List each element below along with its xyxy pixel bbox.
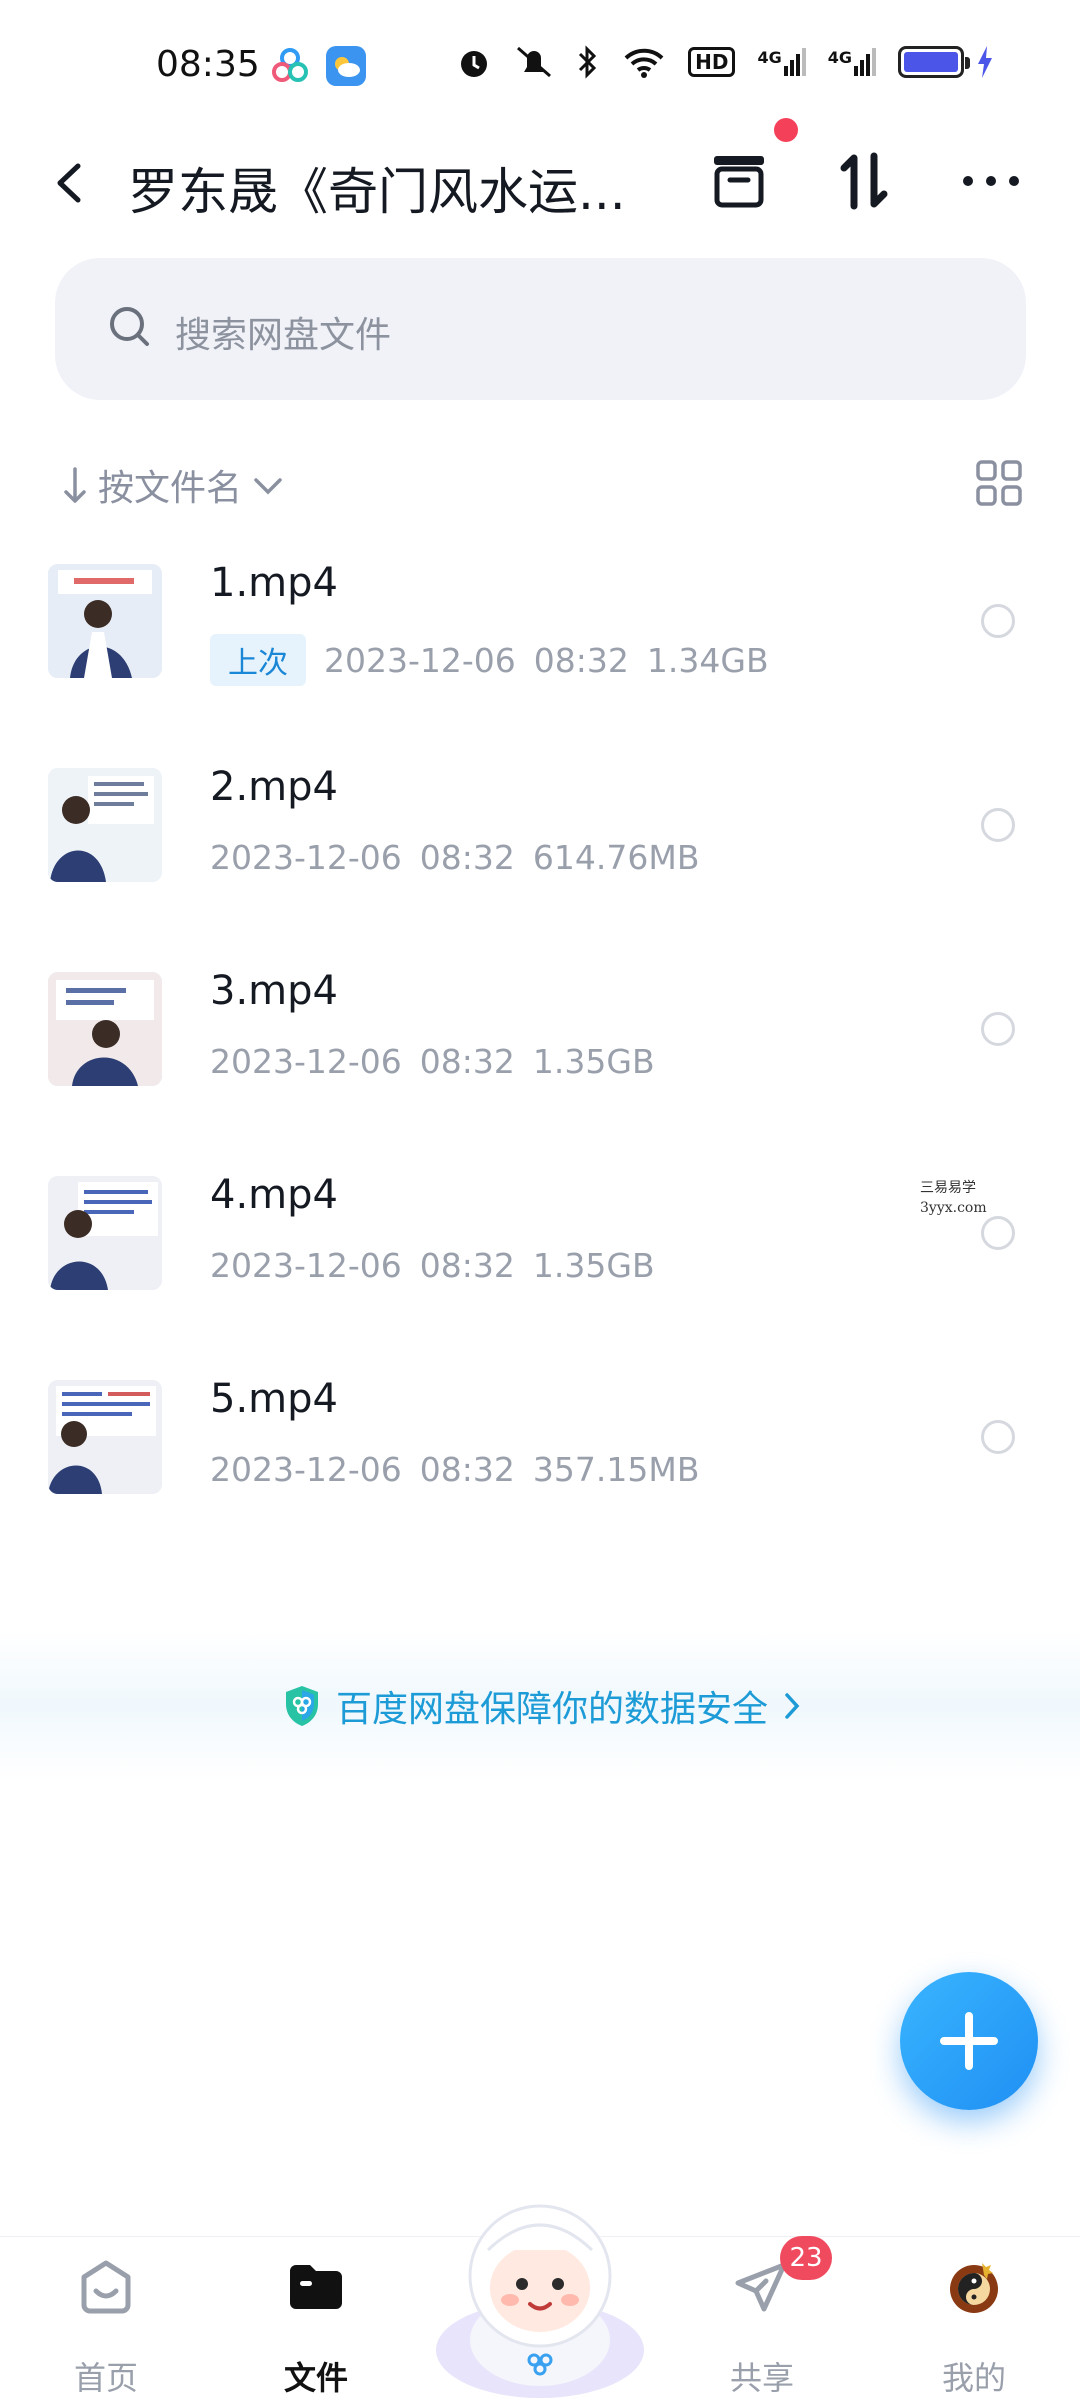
file-date: 2023-12-06 <box>324 640 516 680</box>
home-icon <box>81 2260 131 2314</box>
mascot-assistant-button[interactable] <box>430 2180 650 2400</box>
status-bar: 08:35 HD 4G 4G <box>0 0 1080 130</box>
video-thumbnail <box>48 564 162 678</box>
sort-selector[interactable]: 按文件名 <box>60 460 286 510</box>
file-name: 3.mp4 <box>210 968 338 1014</box>
folder-title: 罗东晟《奇门风水运... <box>128 163 626 221</box>
chevron-right-icon <box>785 1693 800 1719</box>
video-thumbnail <box>48 1380 162 1494</box>
file-date: 2023-12-06 <box>210 1450 402 1489</box>
file-name: 5.mp4 <box>210 1376 338 1422</box>
status-time: 08:35 <box>156 44 260 85</box>
archive-button[interactable] <box>704 146 774 216</box>
transfer-arrows-icon <box>840 152 888 210</box>
more-dots-icon <box>963 176 1019 186</box>
file-time: 08:32 <box>419 1450 515 1489</box>
avatar <box>950 2263 998 2313</box>
file-date: 2023-12-06 <box>210 838 402 877</box>
file-row[interactable]: 1.mp4 上次 2023-12-06 08:32 1.34GB <box>0 560 1080 768</box>
bluetooth-icon <box>579 45 597 79</box>
select-radio[interactable] <box>981 604 1015 638</box>
battery-icon <box>898 46 970 78</box>
file-meta: 上次 2023-12-06 08:32 1.34GB <box>210 634 769 686</box>
video-thumbnail <box>48 972 162 1086</box>
file-row[interactable]: 5.mp4 2023-12-06 08:32 357.15MB <box>0 1376 1080 1584</box>
signal-1: 4G <box>757 48 806 76</box>
file-meta: 2023-12-06 08:32 1.35GB <box>210 1042 655 1081</box>
grid-view-button[interactable] <box>974 458 1024 508</box>
security-banner[interactable]: 百度网盘保障你的数据安全 <box>0 1630 1080 1780</box>
mute-icon <box>517 46 552 78</box>
nav-mine-label: 我的 <box>941 2359 1006 2397</box>
file-time: 08:32 <box>533 640 629 680</box>
shield-icon <box>286 1686 318 1726</box>
file-name: 1.mp4 <box>210 560 338 606</box>
file-row[interactable]: 4.mp4 2023-12-06 08:32 1.35GB <box>0 1172 1080 1380</box>
file-row[interactable]: 3.mp4 2023-12-06 08:32 1.35GB <box>0 968 1080 1176</box>
notification-dot <box>774 118 798 142</box>
grid-icon <box>976 460 1022 506</box>
header: 罗东晟《奇门风水运... <box>0 130 1080 230</box>
select-radio[interactable] <box>981 1216 1015 1250</box>
select-radio[interactable] <box>981 808 1015 842</box>
watermark-line2: 3yyx.com <box>920 1200 987 1216</box>
file-meta: 2023-12-06 08:32 1.35GB <box>210 1246 655 1285</box>
file-size: 1.35GB <box>532 1246 655 1285</box>
search-placeholder: 搜索网盘文件 <box>175 315 392 356</box>
plus-icon <box>940 2012 998 2070</box>
file-size: 1.34GB <box>646 640 769 680</box>
file-row[interactable]: 2.mp4 2023-12-06 08:32 614.76MB <box>0 764 1080 972</box>
file-size: 1.35GB <box>532 1042 655 1081</box>
security-banner-content: 百度网盘保障你的数据安全 <box>282 1680 802 1732</box>
video-thumbnail <box>48 768 162 882</box>
signal-2: 4G <box>828 48 876 76</box>
status-icons: HD 4G 4G <box>456 44 994 80</box>
file-time: 08:32 <box>419 1042 515 1081</box>
back-button[interactable] <box>50 158 90 208</box>
sort-label: 按文件名 <box>98 468 243 509</box>
security-banner-text: 百度网盘保障你的数据安全 <box>336 1689 769 1730</box>
archive-box-icon <box>714 156 764 208</box>
nav-share-label: 共享 <box>729 2359 794 2397</box>
file-size: 614.76MB <box>532 838 700 877</box>
file-time: 08:32 <box>419 1246 515 1285</box>
transfer-button[interactable] <box>830 146 900 216</box>
chevron-down-icon <box>254 478 282 495</box>
file-name: 2.mp4 <box>210 764 338 810</box>
folder-icon <box>290 2265 342 2309</box>
wifi-icon <box>624 48 664 78</box>
nav-home-label: 首页 <box>73 2359 138 2397</box>
baidu-netdisk-app-icon <box>270 46 310 86</box>
select-radio[interactable] <box>981 1420 1015 1454</box>
file-size: 357.15MB <box>532 1450 700 1489</box>
mascot-icon <box>436 2204 644 2398</box>
file-time: 08:32 <box>419 838 515 877</box>
more-button[interactable] <box>956 146 1026 216</box>
file-date: 2023-12-06 <box>210 1042 402 1081</box>
video-thumbnail <box>48 1176 162 1290</box>
file-date: 2023-12-06 <box>210 1246 402 1285</box>
file-meta: 2023-12-06 08:32 357.15MB <box>210 1450 699 1489</box>
add-button[interactable] <box>900 1972 1038 2110</box>
file-name: 4.mp4 <box>210 1172 338 1218</box>
watermark-line1: 三易易学 <box>920 1180 976 1196</box>
nav-files-label: 文件 <box>283 2359 348 2397</box>
share-count-badge: 23 <box>780 2236 832 2280</box>
arrow-down-icon <box>64 467 86 503</box>
last-played-badge: 上次 <box>210 634 306 686</box>
alarm-icon <box>461 51 488 77</box>
chevron-left-icon <box>57 163 81 203</box>
charging-icon <box>978 46 992 78</box>
file-meta: 2023-12-06 08:32 614.76MB <box>210 838 699 877</box>
watermark: 三易易学 3yyx.com <box>920 1178 987 1218</box>
weather-app-icon <box>326 46 366 86</box>
hd-indicator: HD <box>688 47 736 77</box>
search-input[interactable]: 搜索网盘文件 <box>55 258 1026 400</box>
search-icon <box>110 307 149 346</box>
select-radio[interactable] <box>981 1012 1015 1046</box>
